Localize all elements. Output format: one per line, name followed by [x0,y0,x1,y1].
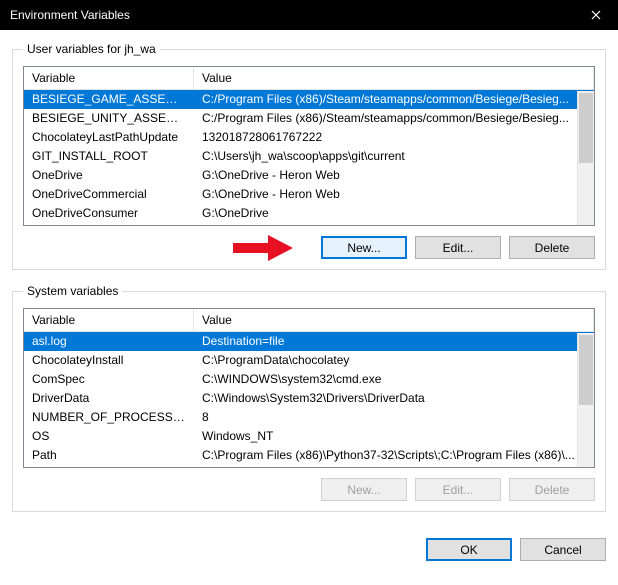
cell-variable: DriverData [24,389,194,408]
close-icon [591,7,601,23]
table-row[interactable]: OS Windows_NT [24,427,594,446]
cell-variable: OneDriveConsumer [24,204,194,223]
cell-variable: OneDriveCommercial [24,185,194,204]
cell-value: C:\ProgramData\chocolatey [194,351,594,370]
arrow-annotation-icon [233,233,293,263]
user-delete-button[interactable]: Delete [509,236,595,259]
cell-variable: BESIEGE_GAME_ASSEMBLIES [24,90,194,109]
cell-value: C:/Program Files (x86)/Steam/steamapps/c… [194,109,594,128]
system-variables-legend: System variables [23,284,122,298]
cell-value: G:\OneDrive - Heron Web [194,185,594,204]
column-header-value[interactable]: Value [194,309,594,331]
table-row[interactable]: BESIEGE_GAME_ASSEMBLIES C:/Program Files… [24,90,594,109]
table-row[interactable]: NUMBER_OF_PROCESSORS 8 [24,408,594,427]
cell-variable: ChocolateyInstall [24,351,194,370]
scrollbar[interactable] [577,333,594,467]
table-row[interactable]: GIT_INSTALL_ROOT C:\Users\jh_wa\scoop\ap… [24,147,594,166]
cell-variable: NUMBER_OF_PROCESSORS [24,408,194,427]
cell-variable: Path [24,446,194,465]
cell-value: C:/Program Files (x86)/Steam/steamapps/c… [194,90,594,109]
system-buttons: New... Edit... Delete [23,478,595,501]
ok-button[interactable]: OK [426,538,512,561]
cell-value: G:\OneDrive - Heron Web [194,166,594,185]
scrollbar[interactable] [577,91,594,225]
user-table-body: BESIEGE_GAME_ASSEMBLIES C:/Program Files… [24,90,594,223]
user-variables-table[interactable]: Variable Value BESIEGE_GAME_ASSEMBLIES C… [23,66,595,226]
table-row[interactable]: BESIEGE_UNITY_ASSEMBLIES C:/Program File… [24,109,594,128]
cell-value: C:\Users\jh_wa\scoop\apps\git\current [194,147,594,166]
system-variables-group: System variables Variable Value asl.log … [12,284,606,512]
user-edit-button[interactable]: Edit... [415,236,501,259]
system-delete-button[interactable]: Delete [509,478,595,501]
table-row[interactable]: OneDriveCommercial G:\OneDrive - Heron W… [24,185,594,204]
user-table-header: Variable Value [24,67,594,90]
user-variables-legend: User variables for jh_wa [23,42,160,56]
dialog-footer: OK Cancel [0,534,618,571]
cell-value: Windows_NT [194,427,594,446]
window-title: Environment Variables [10,8,573,22]
cell-variable: ChocolateyLastPathUpdate [24,128,194,147]
user-variables-group: User variables for jh_wa Variable Value … [12,42,606,270]
title-bar: Environment Variables [0,0,618,30]
cell-variable: ComSpec [24,370,194,389]
cell-value: C:\Windows\System32\Drivers\DriverData [194,389,594,408]
cell-value: C:\Program Files (x86)\Python37-32\Scrip… [194,446,594,465]
table-row[interactable]: OneDriveConsumer G:\OneDrive [24,204,594,223]
user-buttons: New... Edit... Delete [23,236,595,259]
scrollbar-thumb[interactable] [579,93,593,163]
user-new-button[interactable]: New... [321,236,407,259]
system-new-button[interactable]: New... [321,478,407,501]
table-row[interactable]: ChocolateyLastPathUpdate 132018728061767… [24,128,594,147]
cell-value: C:\WINDOWS\system32\cmd.exe [194,370,594,389]
scrollbar-thumb[interactable] [579,335,593,405]
column-header-variable[interactable]: Variable [24,309,194,331]
table-row[interactable]: DriverData C:\Windows\System32\Drivers\D… [24,389,594,408]
system-edit-button[interactable]: Edit... [415,478,501,501]
column-header-value[interactable]: Value [194,67,594,89]
system-variables-table[interactable]: Variable Value asl.log Destination=file … [23,308,595,468]
system-table-body: asl.log Destination=file ChocolateyInsta… [24,332,594,465]
table-row[interactable]: OneDrive G:\OneDrive - Heron Web [24,166,594,185]
cell-variable: OneDrive [24,166,194,185]
close-button[interactable] [573,0,618,30]
cell-value: Destination=file [194,332,594,351]
cell-variable: BESIEGE_UNITY_ASSEMBLIES [24,109,194,128]
cell-value: G:\OneDrive [194,204,594,223]
cell-value: 8 [194,408,594,427]
table-row[interactable]: Path C:\Program Files (x86)\Python37-32\… [24,446,594,465]
dialog-body: User variables for jh_wa Variable Value … [0,30,618,534]
cell-variable: GIT_INSTALL_ROOT [24,147,194,166]
table-row[interactable]: asl.log Destination=file [24,332,594,351]
column-header-variable[interactable]: Variable [24,67,194,89]
cell-value: 132018728061767222 [194,128,594,147]
table-row[interactable]: ComSpec C:\WINDOWS\system32\cmd.exe [24,370,594,389]
system-table-header: Variable Value [24,309,594,332]
cell-variable: asl.log [24,332,194,351]
cell-variable: OS [24,427,194,446]
table-row[interactable]: ChocolateyInstall C:\ProgramData\chocola… [24,351,594,370]
cancel-button[interactable]: Cancel [520,538,606,561]
